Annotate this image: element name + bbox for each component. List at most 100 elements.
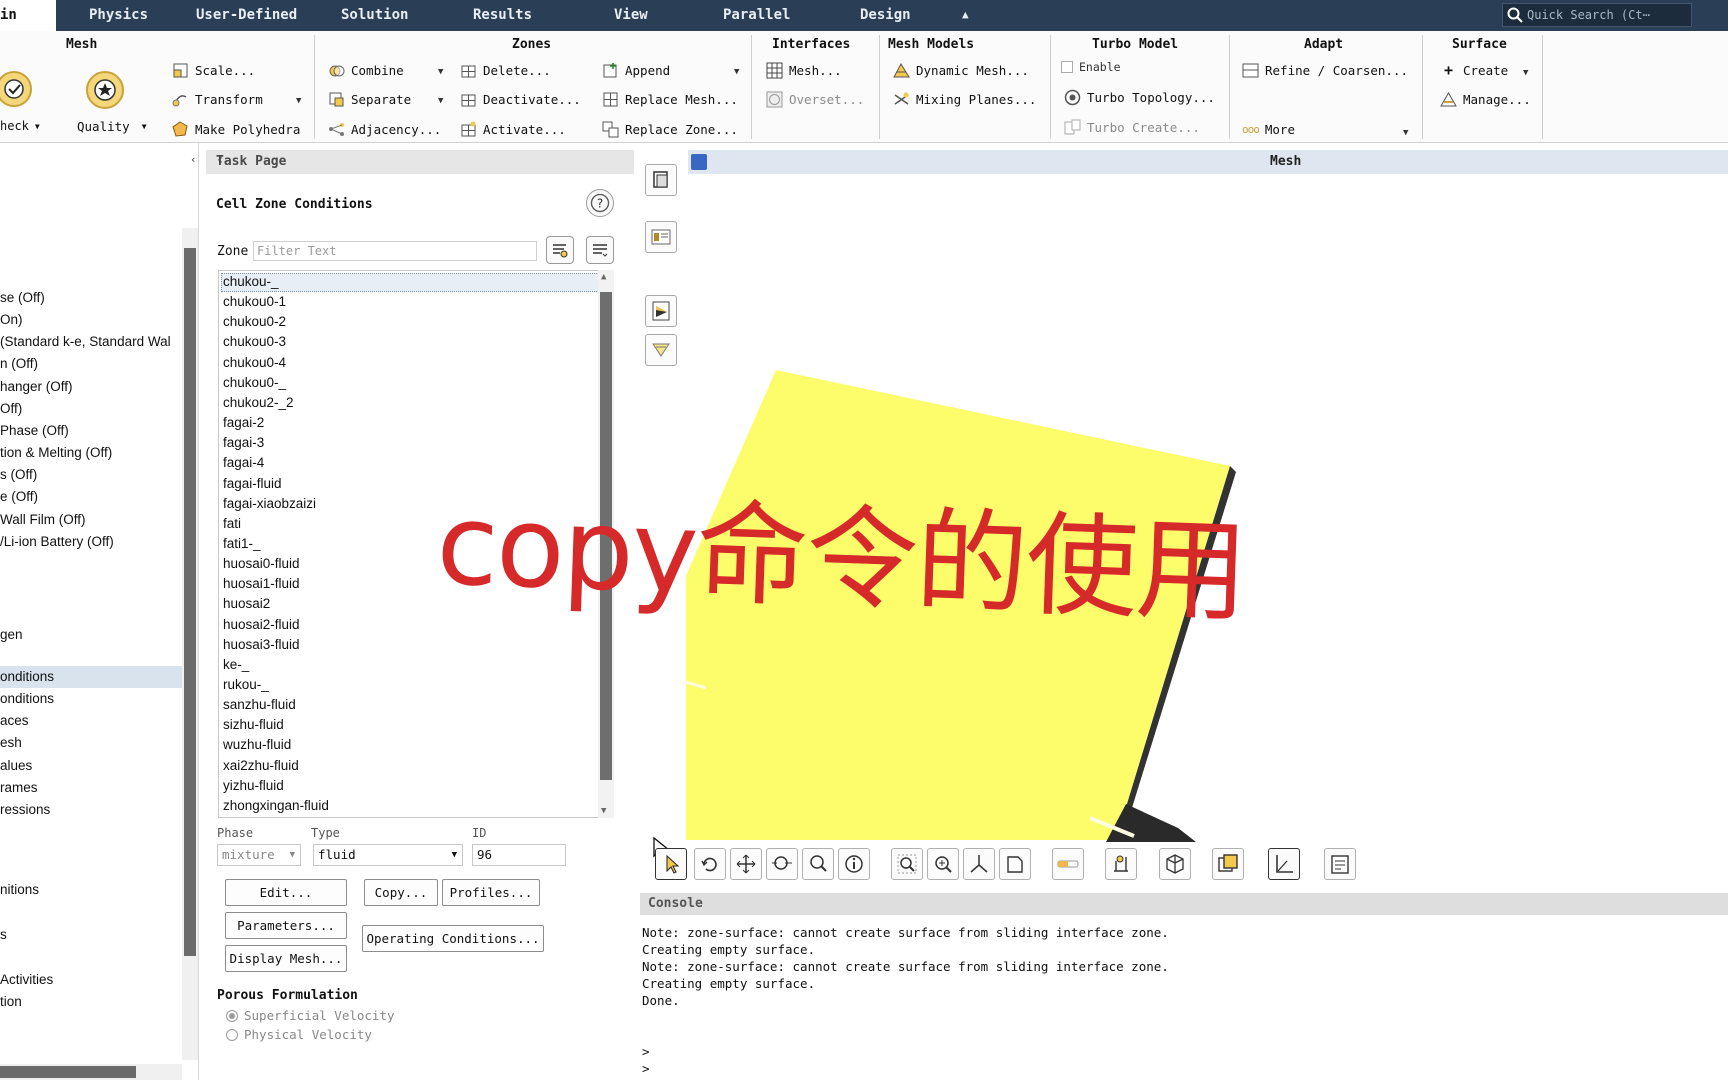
view-orientation-button[interactable] [999,848,1031,880]
pan-tool-button[interactable] [730,848,762,880]
tree-horizontal-thumb[interactable] [0,1066,136,1078]
tree-scroll-thumb[interactable] [184,248,196,956]
quality-button[interactable]: Quality ▼ [77,116,147,136]
collapse-task-page-icon[interactable]: ‹ [216,152,628,168]
replace-zone-button[interactable]: Replace Zone... [602,119,738,139]
dynamic-mesh-button[interactable]: Dynamic Mesh... [893,60,1029,80]
fit-window-button[interactable] [645,164,677,196]
tree-item[interactable]: se (Off) [0,290,45,305]
zone-list-item[interactable]: huosai0-fluid [223,556,300,571]
edit-button[interactable]: Edit... [225,879,347,906]
tab-solution[interactable]: Solution [341,7,408,23]
zoom-box-button[interactable] [802,848,834,880]
tree-item[interactable]: n (Off) [0,356,38,371]
zone-list-item[interactable]: chukou0-2 [223,314,286,329]
tree-item[interactable]: ressions [0,802,50,817]
zoom-in-button[interactable] [927,848,959,880]
refine-coarsen-button[interactable]: Refine / Coarsen... [1242,60,1408,80]
delete-button[interactable]: Delete... [460,60,551,80]
zone-list-item[interactable]: chukou2-_2 [223,395,294,410]
zone-list-item[interactable]: sanzhu-fluid [223,697,296,712]
tab-physics[interactable]: Physics [89,7,148,23]
tree-item[interactable]: Wall Film (Off) [0,512,86,527]
tab-results[interactable]: Results [473,7,532,23]
adapt-more-dropdown-icon[interactable]: ▼ [1403,128,1408,138]
zone-list-item[interactable]: huosai2 [223,596,270,611]
superficial-velocity-radio[interactable]: Superficial Velocity [226,1008,395,1023]
type-select[interactable]: fluid ▼ [313,844,463,866]
zone-list-item[interactable]: xai2zhu-fluid [223,758,299,773]
rotate-tool-button[interactable] [694,848,726,880]
tree-item[interactable]: e (Off) [0,489,38,504]
zone-list-item[interactable]: huosai2-fluid [223,617,300,632]
tree-item[interactable]: hanger (Off) [0,379,73,394]
tab-design[interactable]: Design [860,7,911,23]
tree-item[interactable]: s [0,927,7,942]
operating-conditions-button[interactable]: Operating Conditions... [362,925,544,952]
copy-screen-button[interactable] [1212,848,1244,880]
zone-filter-input[interactable]: Filter Text [253,241,537,261]
annotate-button[interactable] [645,295,677,327]
zone-list-item[interactable]: chukou0-_ [223,375,286,390]
replace-mesh-button[interactable]: Replace Mesh... [602,89,738,109]
check-button[interactable]: heck ▼ [0,116,40,136]
tree-item[interactable]: On) [0,312,23,327]
tree-item[interactable]: rames [0,780,38,795]
filter-options-button[interactable] [546,236,574,264]
zone-list-item[interactable]: chukou0-3 [223,334,286,349]
tree-item[interactable]: gen [0,627,23,642]
tree-item[interactable]: tion [0,994,22,1009]
view-filter-button[interactable] [645,334,677,366]
probe-button[interactable] [838,848,870,880]
phase-select[interactable]: mixture ▼ [217,844,301,866]
zone-list-item[interactable]: yizhu-fluid [223,778,284,793]
list-options-button[interactable] [586,236,614,264]
help-button[interactable]: ? [586,189,614,217]
display-mesh-button[interactable]: Display Mesh... [225,945,347,972]
tree-item[interactable]: s (Off) [0,467,37,482]
deactivate-button[interactable]: Deactivate... [460,89,581,109]
zone-list-item[interactable]: fagai-3 [223,435,264,450]
append-button[interactable]: Append [602,60,670,80]
axes-view-button[interactable] [963,848,995,880]
scale-button[interactable]: Scale... [172,60,255,80]
activate-button[interactable]: Activate... [460,119,566,139]
report-button[interactable] [1324,848,1356,880]
turbo-create-button[interactable]: Turbo Create... [1064,117,1200,137]
transparency-button[interactable] [1052,848,1084,880]
surface-create-button[interactable]: + Create [1440,60,1508,80]
view-3d-button[interactable] [1159,848,1191,880]
mixing-planes-button[interactable]: Mixing Planes... [893,89,1036,109]
tree-item[interactable]: nitions [0,882,39,897]
tree-item[interactable]: Phase (Off) [0,423,69,438]
select-tool-button[interactable] [655,848,687,880]
copy-button[interactable]: Copy... [364,879,438,906]
console-output[interactable]: Note: zone-surface: cannot create surfac… [640,915,1728,1080]
zone-list-item[interactable]: rukou-_ [223,677,269,692]
parameters-button[interactable]: Parameters... [225,912,347,939]
id-field[interactable]: 96 [472,844,566,866]
scroll-up-icon[interactable]: ▲ [601,272,606,282]
combine-button[interactable]: Combine [328,60,404,80]
separate-dropdown-icon[interactable]: ▼ [438,96,443,106]
zone-list-item[interactable]: fati [223,516,241,531]
tree-item[interactable]: /Li-ion Battery (Off) [0,534,114,549]
tab-home[interactable]: in [0,0,56,31]
zone-list-item[interactable]: huosai3-fluid [223,637,300,652]
zoom-tool-button[interactable] [766,848,798,880]
tree-item[interactable]: alues [0,758,32,773]
surface-create-dropdown-icon[interactable]: ▼ [1523,68,1528,78]
interfaces-mesh-button[interactable]: Mesh... [766,60,842,80]
make-polyhedra-button[interactable]: Make Polyhedra [172,119,300,139]
tab-view[interactable]: View [614,7,648,23]
physical-velocity-radio[interactable]: Physical Velocity [226,1027,372,1042]
tree-item[interactable]: onditions [0,669,54,684]
profiles-button[interactable]: Profiles... [442,879,540,906]
adapt-more-button[interactable]: ooo More [1242,119,1295,139]
tab-user-defined[interactable]: User-Defined [196,7,297,23]
tree-item[interactable]: (Standard k-e, Standard Wal [0,334,171,349]
zone-list-item[interactable]: ke-_ [223,657,249,672]
tree-item[interactable]: tion & Melting (Off) [0,445,112,460]
axis-plot-button[interactable] [1268,848,1300,880]
turbo-topology-button[interactable]: Turbo Topology... [1064,87,1215,107]
